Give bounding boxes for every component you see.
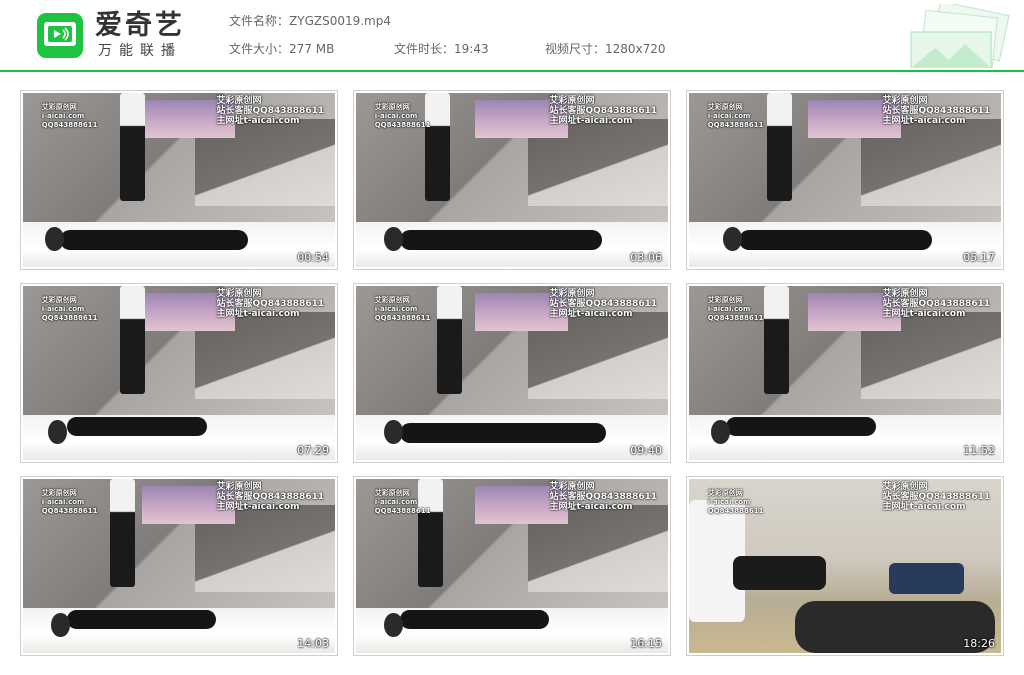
thumbnail[interactable]: 艾彩原创网 i-aicai.com QQ843888611 艾彩原创网 站长客服QQ8… (20, 476, 338, 656)
resolution-row: 视频尺寸：1280x720 (545, 41, 666, 57)
header-divider (0, 70, 1024, 72)
header: 爱奇艺 万能联播 文件名称：ZYGZS0019.mp4 文件大小：277 MB … (0, 0, 1024, 72)
duration-label: 文件时长： (394, 42, 455, 56)
duration-value: 19:43 (454, 42, 489, 56)
thumbnail[interactable]: 艾彩原创网 i-aicai.com QQ843888611 艾彩原创网 站长客服QQ8… (20, 90, 338, 270)
thumbnail[interactable]: 艾彩原创网 i-aicai.com QQ843888611 艾彩原创网 站长客服QQ8… (686, 283, 1004, 463)
thumbnail[interactable]: 艾彩原创网 i-aicai.com QQ843888611 艾彩原创网 站长客服QQ8… (686, 90, 1004, 270)
timestamp-label: 14:03 (297, 637, 329, 650)
timestamp-label: 16:15 (630, 637, 662, 650)
timestamp-label: 07:29 (297, 444, 329, 457)
file-size-value: 277 MB (289, 42, 335, 56)
file-name-value: ZYGZS0019.mp4 (289, 14, 391, 28)
timestamp-label: 03:06 (630, 251, 662, 264)
timestamp-label: 00:54 (297, 251, 329, 264)
timestamp-label: 18:26 (963, 637, 995, 650)
timestamp-label: 09:40 (630, 444, 662, 457)
timestamp-label: 11:52 (963, 444, 995, 457)
thumbnail[interactable]: 艾彩原创网 i-aicai.com QQ843888611 艾彩原创网 站长客服QQ8… (353, 476, 671, 656)
thumbnail[interactable]: 艾彩原创网 i-aicai.com QQ843888611 艾彩原创网 站长客服QQ8… (353, 90, 671, 270)
file-size-label: 文件大小： (229, 42, 290, 56)
file-size-row: 文件大小：277 MB (229, 41, 334, 57)
timestamp-label: 05:17 (963, 251, 995, 264)
file-name-label: 文件名称： (229, 14, 290, 28)
iqiyi-logo-icon (37, 13, 83, 58)
thumbnail[interactable]: 艾彩原创网 i-aicai.com QQ843888611 艾彩原创网 站长客服QQ8… (353, 283, 671, 463)
thumbnail[interactable]: 艾彩原创网 i-aicai.com QQ843888611 艾彩原创网 站长客服QQ8… (20, 283, 338, 463)
resolution-value: 1280x720 (605, 42, 666, 56)
duration-row: 文件时长：19:43 (394, 41, 489, 57)
file-name-row: 文件名称：ZYGZS0019.mp4 (229, 13, 391, 29)
brand-name: 爱奇艺 (95, 10, 185, 41)
brand-subtitle: 万能联播 (98, 43, 182, 59)
thumbnail-grid: 艾彩原创网 i-aicai.com QQ843888611 艾彩原创网 站长客服QQ8… (20, 90, 1004, 656)
photo-stack-icon (905, 0, 1013, 72)
thumbnail[interactable]: 艾彩原创网 i-aicai.com QQ843888611 艾彩原创网 站长客服QQ8… (686, 476, 1004, 656)
resolution-label: 视频尺寸： (545, 42, 606, 56)
